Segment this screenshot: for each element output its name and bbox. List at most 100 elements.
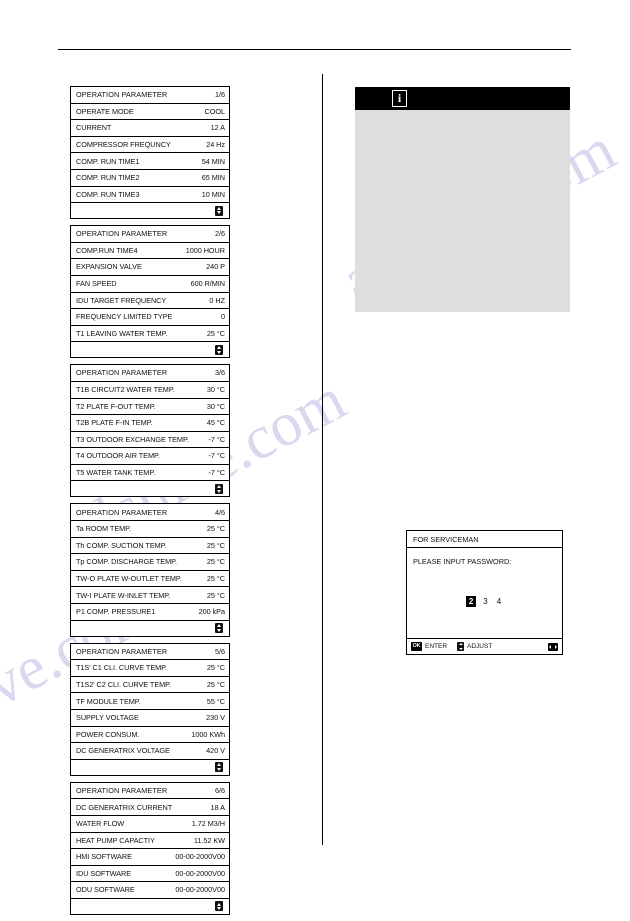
table-row: SUPPLY VOLTAGE 230 V [71,710,229,727]
param-label: HEAT PUMP CAPACTIY [76,835,155,845]
table-row: COMP. RUN TIME3 10 MIN [71,187,229,204]
param-value: 0 HZ [209,295,225,305]
param-label: T5 WATER TANK TEMP. [76,468,156,478]
param-value: 0 [220,312,225,322]
param-value: 25 °C [206,524,225,534]
param-label: HMI SOFTWARE [76,852,132,862]
table-header-row: OPERATION PARAMETER 4/6 [71,504,229,522]
param-label: T2 PLATE F-OUT TEMP. [76,401,156,411]
param-label: COMP. RUN TIME3 [76,189,140,199]
table-row: DC GENERATRIX CURRENT 18 A [71,799,229,816]
operation-parameter-page-6: OPERATION PARAMETER 6/6 DC GENERATRIX CU… [70,781,230,915]
table-row: T2B PLATE F-IN TEMP. 45 °C [71,415,229,432]
param-label: IDU SOFTWARE [76,868,132,878]
serviceman-password-screen: FOR SERVICEMAN PLEASE INPUT PASSWORD: 2 … [406,530,563,655]
up-down-arrows-icon[interactable] [215,483,223,494]
up-down-arrows-icon[interactable] [457,642,465,651]
table-title: OPERATION PARAMETER [76,90,168,100]
param-label: COMPRESSOR FREQUNCY [76,139,171,149]
table-row: T1S2' C2 CLI. CURVE TEMP. 25 °C [71,677,229,694]
table-row: POWER CONSUM. 1000 KWh [71,727,229,744]
table-row: FAN SPEED 600 R/MIN [71,276,229,293]
param-label: CURRENT [76,123,112,133]
param-label: DC GENERATRIX CURRENT [76,802,173,812]
param-value: 25 °C [206,540,225,550]
table-row: T1S' C1 CLI. CURVE TEMP. 25 °C [71,660,229,677]
param-value: 30 °C [206,385,225,395]
table-header-row: OPERATION PARAMETER 5/6 [71,644,229,661]
password-digit-2[interactable]: 3 [481,597,489,607]
param-value: -7 °C [208,434,226,444]
password-digit-1[interactable]: 2 [465,596,477,607]
table-row: IDU SOFTWARE 00-00-2000V00 [71,866,229,883]
param-value: 230 V [206,713,225,723]
table-row: COMP.RUN TIME4 1000 HOUR [71,243,229,260]
left-right-arrows-icon[interactable] [548,642,558,651]
information-screen-titlebar: i [355,87,570,110]
table-row: T5 WATER TANK TEMP. -7 °C [71,465,229,482]
info-i-icon[interactable]: i [392,90,407,107]
param-value: 00-00-2000V00 [175,852,225,862]
table-header-row: OPERATION PARAMETER 1/6 [71,87,229,104]
table-row: HMI SOFTWARE 00-00-2000V00 [71,849,229,866]
page-indicator: 1/6 [215,90,225,100]
column-divider [322,74,323,845]
param-value: 54 MIN [201,156,225,166]
page-indicator: 6/6 [215,785,225,795]
table-footer-row [71,621,229,636]
table-row: HEAT PUMP CAPACTIY 11.52 KW [71,833,229,850]
password-digits: 2 3 4 [407,596,562,607]
param-label: COMP.RUN TIME4 [76,245,138,255]
param-label: OPERATE MODE [76,106,134,116]
param-label: T1 LEAVING WATER TEMP. [76,328,168,338]
page-indicator: 5/6 [215,646,225,656]
up-down-arrows-icon[interactable] [215,205,223,216]
table-footer-row [71,760,229,775]
param-value: 24 Hz [206,139,225,149]
param-label: FREQUENCY LIMITED TYPE [76,312,173,322]
page-root: alshive.com alshive.com alshive.com OPER… [0,0,630,915]
param-label: Tp COMP. DISCHARGE TEMP. [76,557,177,567]
enter-action[interactable]: OK ENTER [411,642,447,651]
param-label: EXPANSION VALVE [76,262,142,272]
ok-icon[interactable]: OK [411,642,422,651]
table-row: T1B CIRCUIT2 WATER TEMP. 30 °C [71,382,229,399]
table-title: OPERATION PARAMETER [76,507,168,517]
table-row: Th COMP. SUCTION TEMP. 25 °C [71,538,229,555]
operation-parameter-tables: OPERATION PARAMETER 1/6 OPERATE MODE COO… [70,86,230,921]
param-label: POWER CONSUM. [76,729,140,739]
adjust-action[interactable]: ADJUST [457,642,492,651]
table-row: Tp COMP. DISCHARGE TEMP. 25 °C [71,554,229,571]
table-title: OPERATION PARAMETER [76,368,168,378]
table-row: IDU TARGET FREQUENCY 0 HZ [71,293,229,310]
param-value: 25 °C [206,328,225,338]
param-value: -7 °C [208,451,226,461]
param-label: TF MODULE TEMP. [76,696,141,706]
up-down-arrows-icon[interactable] [215,344,223,355]
param-value: 25 °C [206,663,225,673]
param-value: 1000 HOUR [185,245,225,255]
table-row: OPERATE MODE COOL [71,104,229,121]
serviceman-screen-body: PLEASE INPUT PASSWORD: 2 3 4 [407,548,562,637]
table-title: OPERATION PARAMETER [76,785,168,795]
param-value: 45 °C [206,418,225,428]
table-footer-row [71,203,229,218]
table-row: FREQUENCY LIMITED TYPE 0 [71,309,229,326]
table-row: COMP. RUN TIME1 54 MIN [71,153,229,170]
param-label: WATER FLOW [76,819,125,829]
up-down-arrows-icon[interactable] [215,762,223,773]
password-digit-3[interactable]: 4 [495,597,503,607]
param-value: 30 °C [206,401,225,411]
table-row: DC GENERATRIX VOLTAGE 420 V [71,743,229,760]
param-value: 10 MIN [201,189,225,199]
table-header-row: OPERATION PARAMETER 2/6 [71,226,229,243]
up-down-arrows-icon[interactable] [215,623,223,634]
operation-parameter-page-1: OPERATION PARAMETER 1/6 OPERATE MODE COO… [70,86,230,220]
operation-parameter-page-2: OPERATION PARAMETER 2/6 COMP.RUN TIME4 1… [70,225,230,359]
table-footer-row [71,899,229,914]
up-down-arrows-icon[interactable] [215,901,223,912]
param-label: T1B CIRCUIT2 WATER TEMP. [76,385,175,395]
param-label: Th COMP. SUCTION TEMP. [76,540,167,550]
param-label: DC GENERATRIX VOLTAGE [76,746,170,756]
param-value: 1000 KWh [191,729,225,739]
